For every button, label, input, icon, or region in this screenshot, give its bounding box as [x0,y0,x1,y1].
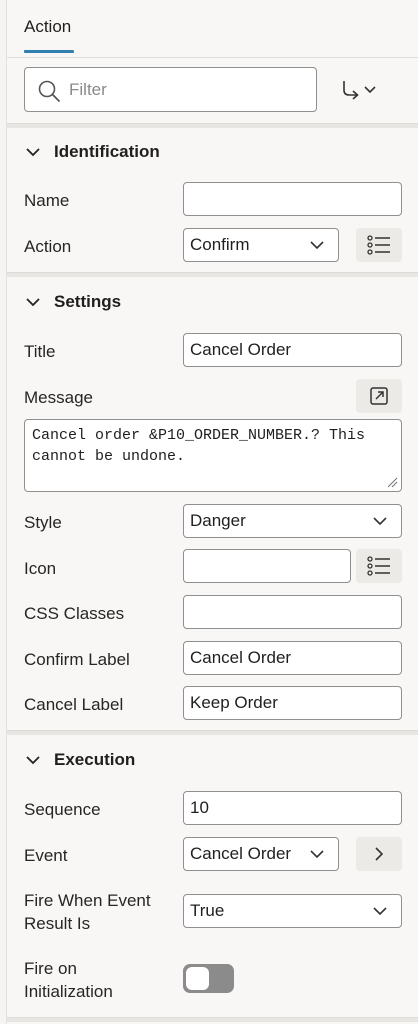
fire-when-label: Fire When Event Result Is [24,889,151,935]
fire-when-label-line2: Result Is [24,914,91,933]
action-list-button[interactable] [356,228,402,262]
property-editor-panel: Action Identification Name Action Confir… [6,0,418,1024]
section-title: Identification [54,142,160,161]
style-select[interactable]: Danger [183,504,402,538]
css-classes-label: CSS Classes [24,604,125,623]
go-to-group-button[interactable] [335,74,385,106]
confirm-label-field[interactable]: Cancel Order [183,641,402,675]
title-field[interactable]: Cancel Order [183,333,402,367]
sequence-field[interactable]: 10 [183,791,402,825]
section-header-execution[interactable]: Execution [24,747,135,773]
icon-field[interactable] [183,549,351,583]
action-label: Action [24,237,72,256]
message-label: Message [24,388,93,407]
event-select[interactable]: Cancel Order [183,837,339,871]
fire-on-init-label-line2: Initialization [24,982,113,1001]
list-icon [367,556,390,576]
chevron-down-icon [373,907,387,916]
chevron-down-icon [373,517,387,526]
confirm-label-label: Confirm Label [24,650,130,669]
style-select-value: Danger [190,511,246,530]
go-to-event-button[interactable] [356,837,402,871]
filter-field[interactable] [24,67,317,112]
search-icon [38,80,60,102]
action-select-value: Confirm [190,235,250,254]
message-textarea[interactable]: Cancel order &P10_ORDER_NUMBER.? This ca… [24,419,402,492]
expand-icon [370,387,388,405]
style-label: Style [24,513,62,532]
event-label: Event [24,846,68,865]
section-divider [7,123,418,128]
section-divider [7,272,418,277]
title-label: Title [24,342,56,361]
list-icon [367,235,390,255]
tab-action[interactable]: Action [24,17,71,37]
chevron-down-icon [310,850,324,859]
active-tab-indicator [24,50,74,53]
fire-on-init-toggle[interactable] [183,964,234,993]
sequence-label: Sequence [24,800,101,819]
icon-label: Icon [24,559,57,578]
chevron-right-icon [375,847,384,861]
action-select[interactable]: Confirm [183,228,339,262]
resize-grip-icon[interactable] [386,476,398,488]
chevron-down-icon [26,148,40,157]
go-to-arrow-icon [343,81,376,100]
icon-list-button[interactable] [356,549,402,583]
fire-when-select-value: True [190,901,225,920]
cancel-label-label: Cancel Label [24,695,124,714]
expand-message-button[interactable] [356,379,402,413]
event-select-value: Cancel Order [190,844,292,863]
fire-when-select[interactable]: True [183,894,402,928]
section-divider [7,1017,418,1022]
fire-on-init-label-line1: Fire on [24,959,77,978]
chevron-down-icon [310,241,324,250]
name-label: Name [24,191,70,210]
fire-on-init-label: Fire on Initialization [24,957,113,1003]
toggle-knob [186,967,209,990]
section-divider [7,730,418,735]
cancel-label-field[interactable]: Keep Order [183,686,402,720]
name-field[interactable] [183,182,402,216]
message-text: Cancel order &P10_ORDER_NUMBER.? This ca… [32,427,366,465]
chevron-down-icon [26,756,40,765]
section-header-settings[interactable]: Settings [24,289,121,315]
tab-bar: Action [7,0,418,58]
section-header-identification[interactable]: Identification [24,139,160,165]
section-title: Execution [54,750,136,769]
fire-when-label-line1: Fire When Event [24,891,151,910]
section-title: Settings [54,292,122,311]
css-classes-field[interactable] [183,595,402,629]
filter-input[interactable] [69,77,309,103]
chevron-down-icon [26,298,40,307]
